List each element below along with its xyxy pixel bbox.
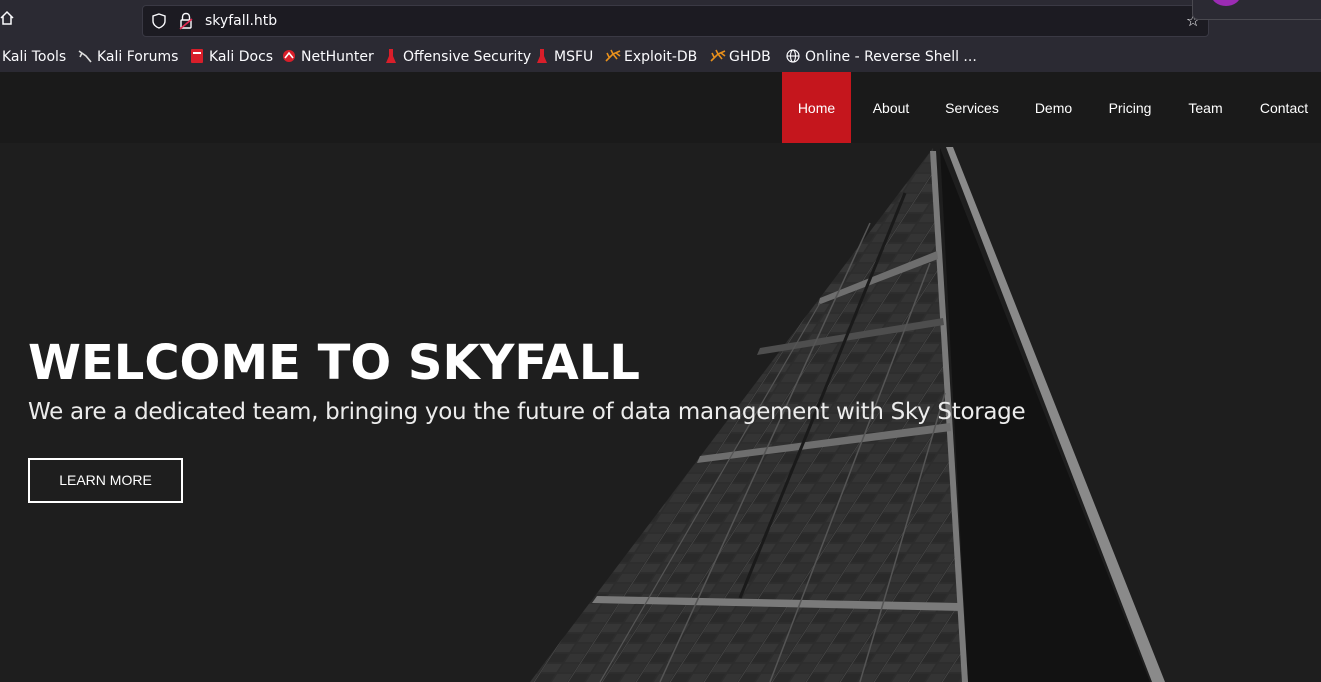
url-row: skyfall.htb ☆	[0, 0, 1321, 40]
bookmark-nethunter[interactable]: NetHunter	[282, 46, 374, 68]
hero-subtitle: We are a dedicated team, bringing you th…	[28, 399, 1026, 425]
nav-contact[interactable]: Contact	[1250, 72, 1318, 143]
insecure-lock-icon[interactable]	[179, 12, 193, 30]
exploitdb-icon	[710, 48, 726, 62]
learn-more-button[interactable]: LEARN MORE	[28, 458, 183, 503]
globe-icon	[786, 48, 800, 63]
nav-demo[interactable]: Demo	[1022, 72, 1085, 143]
nav-services[interactable]: Services	[932, 72, 1012, 143]
bookmark-kali-docs[interactable]: Kali Docs	[190, 46, 273, 68]
home-icon[interactable]	[0, 10, 16, 30]
hero-section: WELCOME TO SKYFALL We are a dedicated te…	[0, 143, 1321, 682]
bookmark-kali-forums[interactable]: Kali Forums	[78, 46, 178, 68]
offsec-icon	[384, 48, 398, 63]
url-text[interactable]: skyfall.htb	[205, 12, 277, 30]
avatar[interactable]	[1211, 0, 1241, 6]
browser-chrome: skyfall.htb ☆ Kali Tools Kali Forums Kal…	[0, 0, 1321, 72]
bookmark-exploit-db[interactable]: Exploit-DB	[605, 46, 697, 68]
profile-panel[interactable]	[1192, 0, 1321, 20]
address-bar[interactable]: skyfall.htb ☆	[142, 5, 1209, 37]
kali-dragon-icon	[78, 48, 92, 63]
bookmarks-toolbar: Kali Tools Kali Forums Kali Docs NetHunt…	[0, 44, 1321, 70]
bookmark-offensive-security[interactable]: Offensive Security	[384, 46, 531, 68]
offsec-icon	[535, 48, 549, 63]
bookmark-msfu[interactable]: MSFU	[535, 46, 593, 68]
nav-home[interactable]: Home	[782, 72, 851, 143]
nethunter-icon	[282, 48, 296, 62]
kali-docs-icon	[190, 48, 204, 63]
nav-about[interactable]: About	[856, 72, 926, 143]
nav-pricing[interactable]: Pricing	[1096, 72, 1164, 143]
bookmark-ghdb[interactable]: GHDB	[710, 46, 771, 68]
hero-title: WELCOME TO SKYFALL	[28, 335, 640, 391]
skyfall-site: Home About Services Demo Pricing Team Co…	[0, 72, 1321, 682]
bookmark-reverse-shell[interactable]: Online - Reverse Shell ...	[786, 46, 977, 68]
bookmark-kali-tools[interactable]: Kali Tools	[2, 46, 66, 68]
exploitdb-icon	[605, 48, 621, 62]
shield-icon[interactable]	[151, 13, 167, 29]
nav-team[interactable]: Team	[1176, 72, 1235, 143]
site-navbar: Home About Services Demo Pricing Team Co…	[0, 72, 1321, 143]
